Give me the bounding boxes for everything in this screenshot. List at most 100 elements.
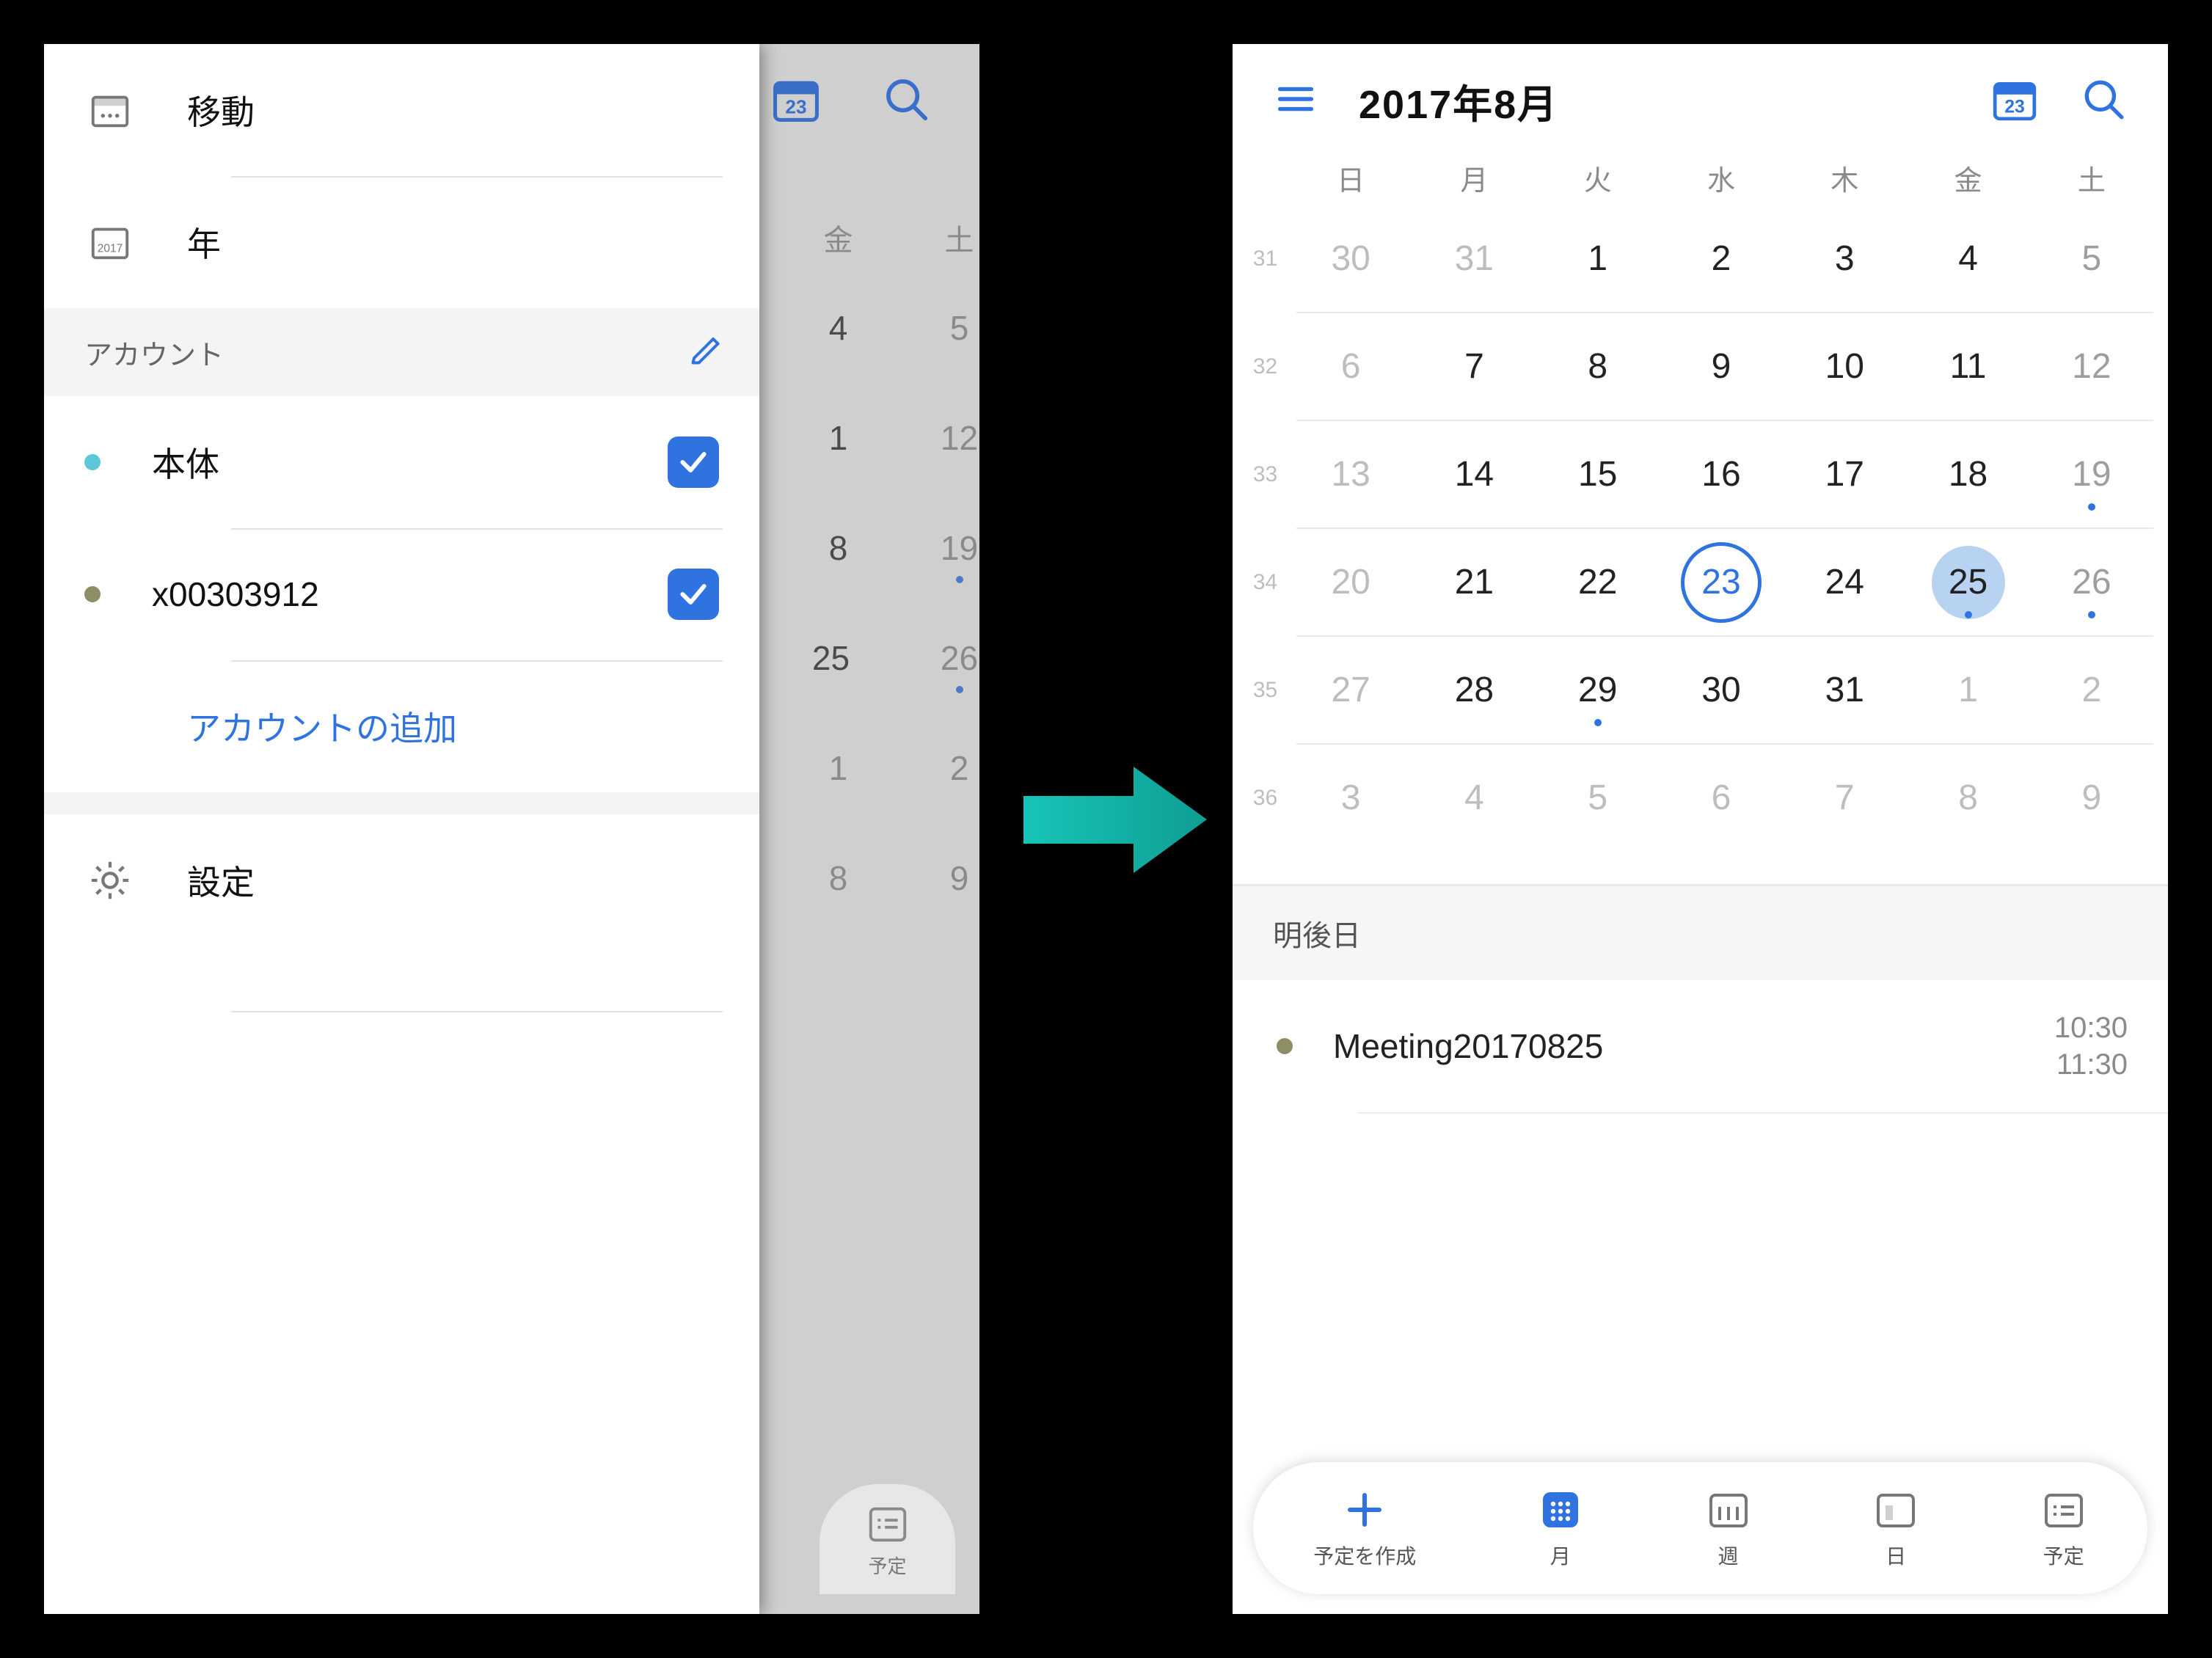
day-cell[interactable]: 7 [1412, 346, 1536, 387]
day-cell[interactable]: 8 [1906, 778, 2029, 818]
checkbox-checked[interactable] [668, 437, 719, 488]
day-cell[interactable]: 29 [1536, 670, 1660, 710]
day-cell[interactable]: 11 [1906, 346, 2029, 387]
event-dot [956, 686, 963, 693]
day-cell[interactable]: 20 [1289, 562, 1412, 602]
day-cell[interactable]: 30 [1289, 238, 1412, 279]
day-cell[interactable]: 14 [1412, 454, 1536, 494]
day-cell[interactable]: 24 [1783, 562, 1906, 602]
underlay-day[interactable]: 8 [778, 858, 899, 898]
today-icon[interactable]: 23 [1990, 75, 2039, 127]
drawer-account-local[interactable]: 本体 [44, 396, 759, 528]
day-cell[interactable]: 8 [1536, 346, 1660, 387]
topbar: 2017年8月 23 [1233, 44, 2168, 158]
bottom-label: 予定を作成 [1313, 1541, 1416, 1570]
phone-left: 23 金 土 4 5 1 12 8 19 25 26 1 2 8 9 [44, 44, 979, 1614]
day-cell[interactable]: 2 [1660, 238, 1783, 279]
day-cell[interactable]: 16 [1660, 454, 1783, 494]
day-cell[interactable]: 27 [1289, 670, 1412, 710]
day-cell[interactable]: 6 [1660, 778, 1783, 818]
year-icon: 2017 [84, 219, 136, 265]
underlay-day[interactable]: 26 [899, 638, 979, 678]
search-icon[interactable] [2079, 75, 2128, 127]
underlay-day[interactable]: 1 [778, 748, 899, 788]
bottom-list-view[interactable]: 予定 [2040, 1486, 2087, 1570]
event-dot [2088, 503, 2095, 511]
drawer-item-year[interactable]: 2017 年 [44, 176, 759, 308]
checkbox-checked[interactable] [668, 569, 719, 620]
day-cell[interactable]: 23 [1660, 562, 1783, 602]
weekday-mon: 月 [1412, 158, 1536, 198]
underlay-day[interactable]: 5 [899, 308, 979, 348]
event-dot [1965, 611, 1972, 618]
day-cell[interactable]: 13 [1289, 454, 1412, 494]
weekday-thu: 木 [1783, 158, 1906, 198]
day-cell[interactable]: 25 [1906, 562, 2029, 602]
agenda-event[interactable]: Meeting20170825 10:30 11:30 [1233, 980, 2168, 1112]
drawer-item-label: 移動 [187, 86, 255, 134]
day-cell[interactable]: 2 [2030, 670, 2153, 710]
event-dot [2088, 611, 2095, 618]
weekday-tue: 火 [1536, 158, 1660, 198]
transition-arrow-icon [1023, 756, 1207, 884]
day-cell[interactable]: 5 [1536, 778, 1660, 818]
drawer-account-external[interactable]: x00303912 [44, 528, 759, 660]
month-row: 31303112345 [1241, 205, 2153, 312]
search-icon[interactable] [880, 73, 932, 128]
today-icon[interactable]: 23 [770, 73, 822, 128]
day-cell[interactable]: 28 [1412, 670, 1536, 710]
day-cell[interactable]: 4 [1412, 778, 1536, 818]
underlay-day[interactable]: 4 [778, 308, 899, 348]
day-cell[interactable]: 6 [1289, 346, 1412, 387]
day-cell[interactable]: 5 [2030, 238, 2153, 279]
bottom-day-view[interactable]: 日 [1872, 1486, 1919, 1570]
day-cell[interactable]: 3 [1783, 238, 1906, 279]
day-cell[interactable]: 3 [1289, 778, 1412, 818]
day-cell[interactable]: 10 [1783, 346, 1906, 387]
day-cell[interactable]: 19 [2030, 454, 2153, 494]
day-cell[interactable]: 12 [2030, 346, 2153, 387]
day-cell[interactable]: 4 [1906, 238, 2029, 279]
day-cell[interactable]: 7 [1783, 778, 1906, 818]
event-title: Meeting20170825 [1333, 1026, 2054, 1066]
day-cell[interactable]: 1 [1906, 670, 2029, 710]
event-color-dot [1277, 1038, 1293, 1054]
day-cell[interactable]: 26 [2030, 562, 2153, 602]
bottom-week-view[interactable]: 週 [1705, 1486, 1752, 1570]
bottom-month-view[interactable]: 月 [1537, 1486, 1584, 1570]
underlay-day[interactable]: 19 [899, 528, 979, 568]
menu-icon[interactable] [1273, 76, 1318, 125]
bottom-pill-list[interactable]: 予定 [820, 1484, 955, 1594]
day-cell[interactable]: 21 [1412, 562, 1536, 602]
drawer-item-jump[interactable]: 移動 [44, 44, 759, 176]
underlay-day[interactable]: 9 [899, 858, 979, 898]
bottom-new-event[interactable]: 予定を作成 [1313, 1486, 1416, 1570]
svg-text:2017: 2017 [98, 243, 123, 255]
day-cell[interactable]: 1 [1536, 238, 1660, 279]
day-cell[interactable]: 9 [1660, 346, 1783, 387]
day-cell[interactable]: 17 [1783, 454, 1906, 494]
day-cell[interactable]: 31 [1783, 670, 1906, 710]
underlay-day[interactable]: 2 [899, 748, 979, 788]
bottom-bar: 予定を作成 月 週 日 予定 [1253, 1462, 2147, 1594]
underlay-day[interactable]: 12 [899, 418, 979, 458]
day-cell[interactable]: 31 [1412, 238, 1536, 279]
edit-icon[interactable] [688, 329, 726, 375]
week-number: 31 [1241, 246, 1289, 271]
day-cell[interactable]: 9 [2030, 778, 2153, 818]
day-cell[interactable]: 18 [1906, 454, 2029, 494]
account-color-dot [84, 586, 101, 602]
month-row: 3313141516171819 [1241, 421, 2153, 527]
underlay-day[interactable]: 1 [778, 418, 899, 458]
page-title[interactable]: 2017年8月 [1359, 72, 1558, 130]
drawer-item-label: x00303912 [152, 574, 319, 614]
drawer-item-label: アカウントの追加 [187, 702, 457, 751]
underlay-day[interactable]: 8 [778, 528, 899, 568]
drawer-add-account[interactable]: アカウントの追加 [44, 660, 759, 792]
underlay-day[interactable]: 25 [770, 638, 891, 678]
day-cell[interactable]: 15 [1536, 454, 1660, 494]
day-cell[interactable]: 30 [1660, 670, 1783, 710]
day-cell[interactable]: 22 [1536, 562, 1660, 602]
drawer-item-settings[interactable]: 設定 [44, 814, 759, 946]
weekday-sat: 土 [2030, 158, 2153, 198]
